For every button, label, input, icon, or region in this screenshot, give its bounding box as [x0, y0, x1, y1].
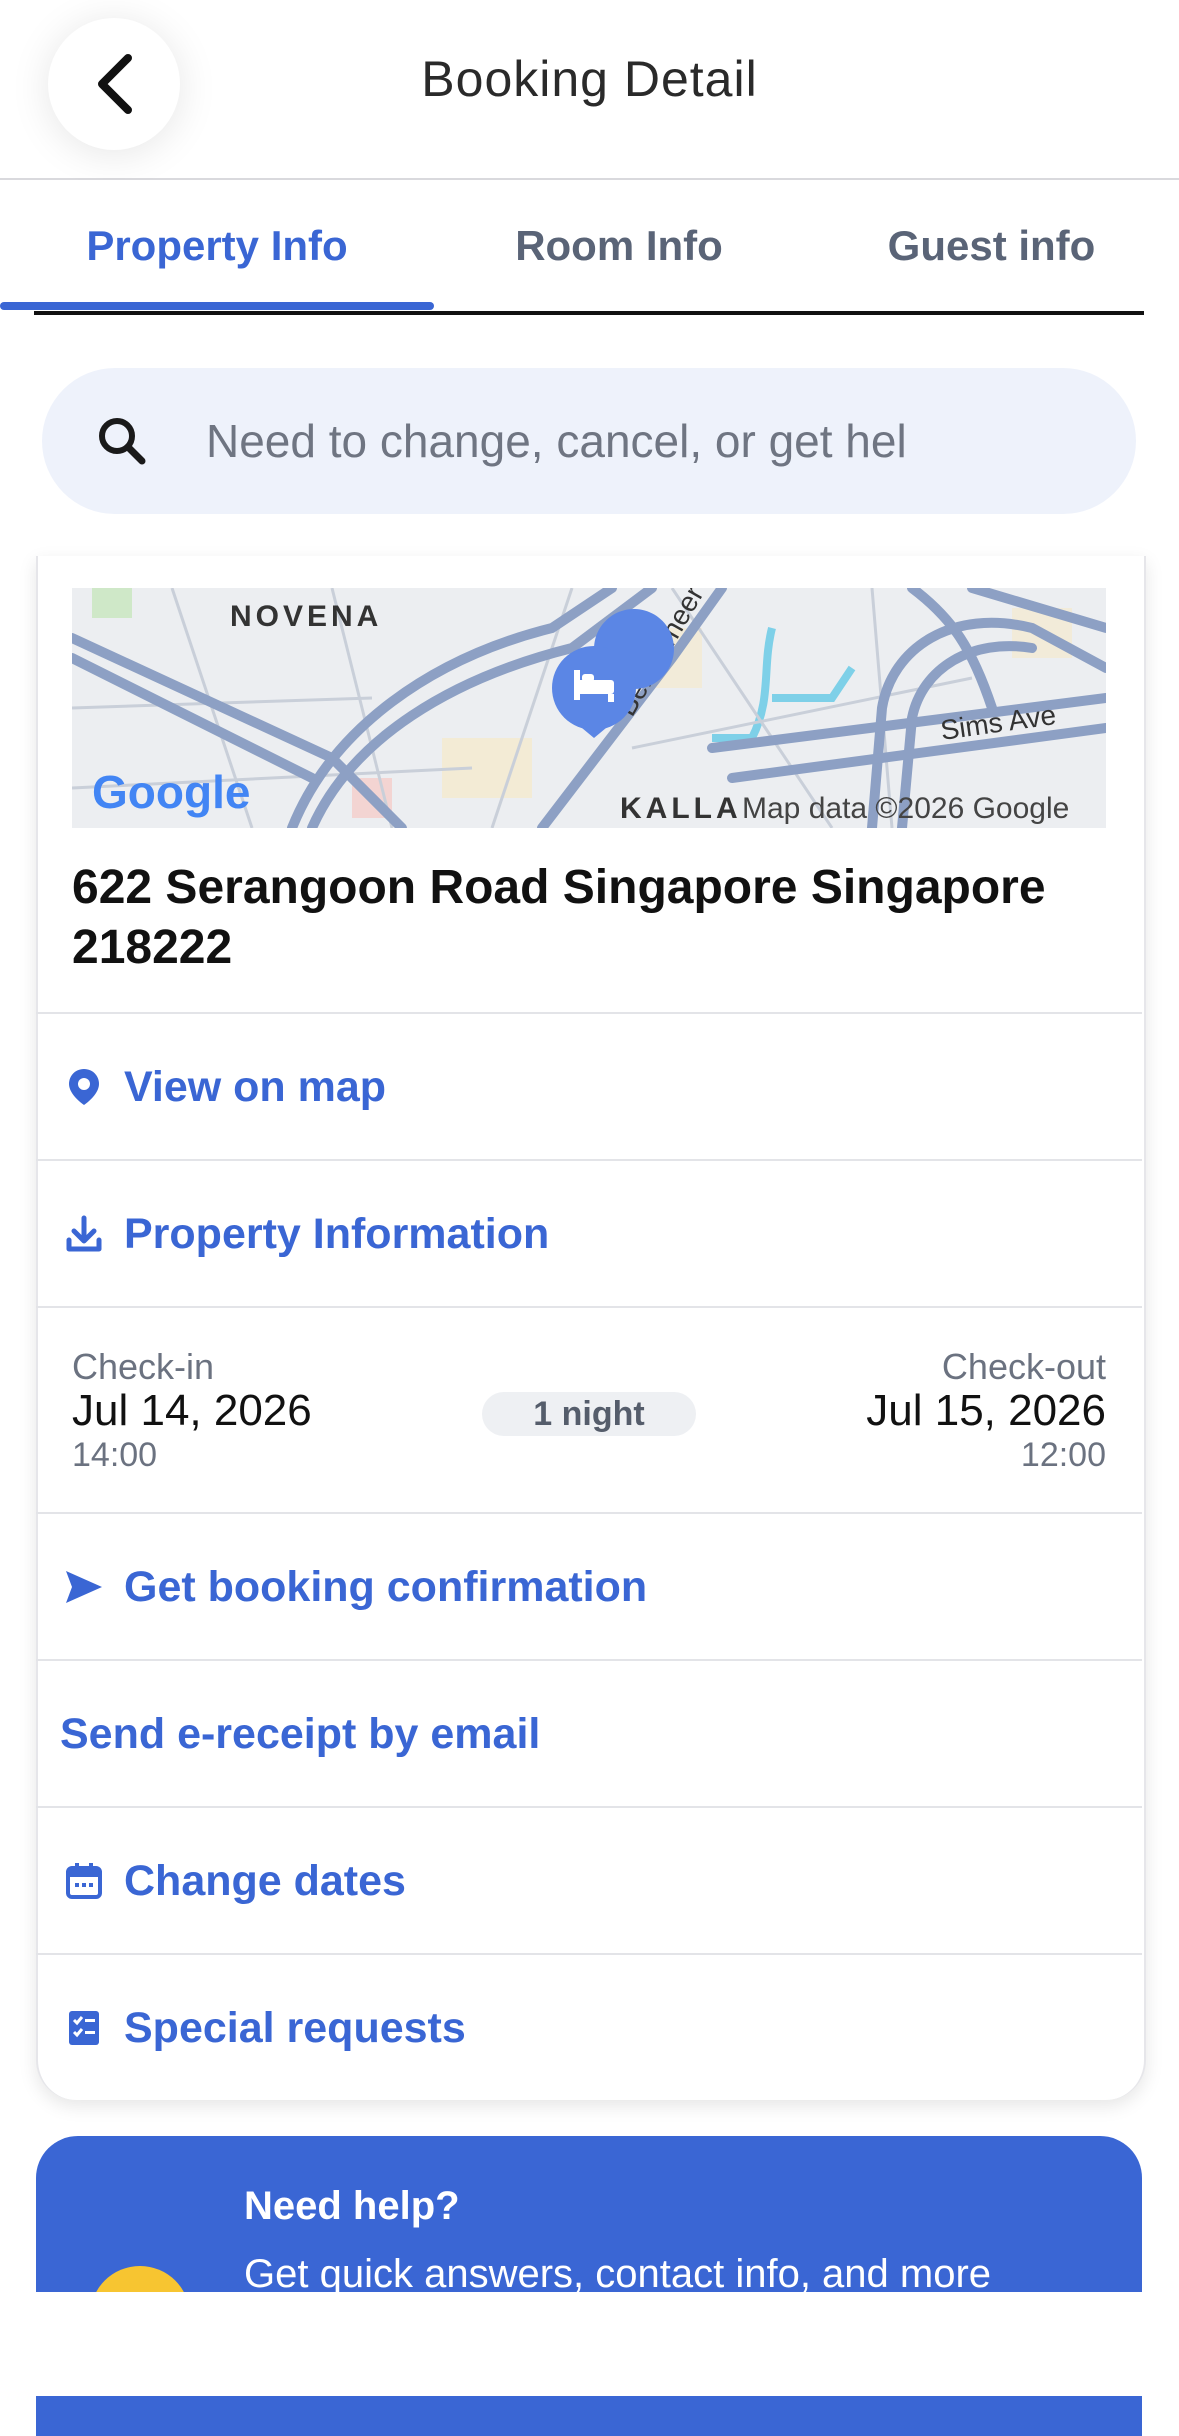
- tab-room-info[interactable]: Room Info: [434, 180, 804, 312]
- map-preview[interactable]: NOVENA Bendemeer Sims Ave KALLA Map data…: [72, 588, 1106, 828]
- e-receipt-row[interactable]: Send e-receipt by email: [36, 1659, 1142, 1807]
- search-icon: [99, 418, 146, 465]
- map-label-kallang: KALLA: [620, 792, 742, 825]
- checkout-date: Jul 15, 2026: [866, 1386, 1106, 1435]
- checkin-label: Check-in: [72, 1346, 215, 1387]
- property-information-row[interactable]: Property Information: [36, 1159, 1142, 1307]
- calendar-icon: [66, 1863, 102, 1899]
- active-tab-indicator: [0, 302, 434, 310]
- property-address: 622 Serangoon Road Singapore Singapore 2…: [72, 861, 1046, 974]
- download-icon: [66, 1215, 102, 1252]
- location-pin-icon: [69, 1069, 99, 1105]
- need-help-title: Need help?: [244, 2184, 460, 2228]
- change-dates-label: Change dates: [124, 1856, 406, 1905]
- tab-divider: [34, 311, 1144, 315]
- checklist-icon: [69, 2011, 99, 2045]
- special-requests-label: Special requests: [124, 2003, 466, 2052]
- tab-guest-info[interactable]: Guest info: [804, 180, 1179, 312]
- help-search-bar[interactable]: [42, 368, 1136, 514]
- special-requests-row[interactable]: Special requests: [36, 1953, 1142, 2101]
- map-graphic: NOVENA Bendemeer Sims Ave KALLA Map data…: [72, 588, 1106, 828]
- checkin-time: 14:00: [72, 1436, 158, 1474]
- page-title: Booking Detail: [421, 51, 758, 107]
- checkin-date: Jul 14, 2026: [72, 1386, 312, 1435]
- tab-bar: Property Info Room Info Guest info: [0, 180, 1179, 312]
- booking-confirmation-label: Get booking confirmation: [124, 1562, 648, 1611]
- booking-confirmation-row[interactable]: Get booking confirmation: [36, 1512, 1142, 1660]
- google-logo: Google: [92, 766, 250, 818]
- view-on-map-label: View on map: [124, 1062, 387, 1111]
- change-dates-row[interactable]: Change dates: [36, 1806, 1142, 1954]
- map-label-novena: NOVENA: [230, 600, 382, 633]
- property-information-label: Property Information: [124, 1209, 550, 1258]
- send-icon: [66, 1571, 102, 1603]
- tab-property-info[interactable]: Property Info: [0, 180, 434, 312]
- view-on-map-row[interactable]: View on map: [36, 1012, 1142, 1160]
- need-help-subtitle: Get quick answers, contact info, and mor…: [244, 2252, 992, 2296]
- search-input[interactable]: [204, 413, 1108, 469]
- stay-dates: Check-in Jul 14, 2026 14:00 1 night Chec…: [36, 1306, 1142, 1514]
- e-receipt-label: Send e-receipt by email: [60, 1709, 541, 1758]
- nights-badge: 1 night: [482, 1392, 696, 1436]
- bottom-safe-area: [0, 2292, 1179, 2396]
- checkout-time: 12:00: [1020, 1436, 1106, 1474]
- map-credit: Map data ©2026 Google: [742, 792, 1069, 825]
- checkout-label: Check-out: [941, 1346, 1106, 1387]
